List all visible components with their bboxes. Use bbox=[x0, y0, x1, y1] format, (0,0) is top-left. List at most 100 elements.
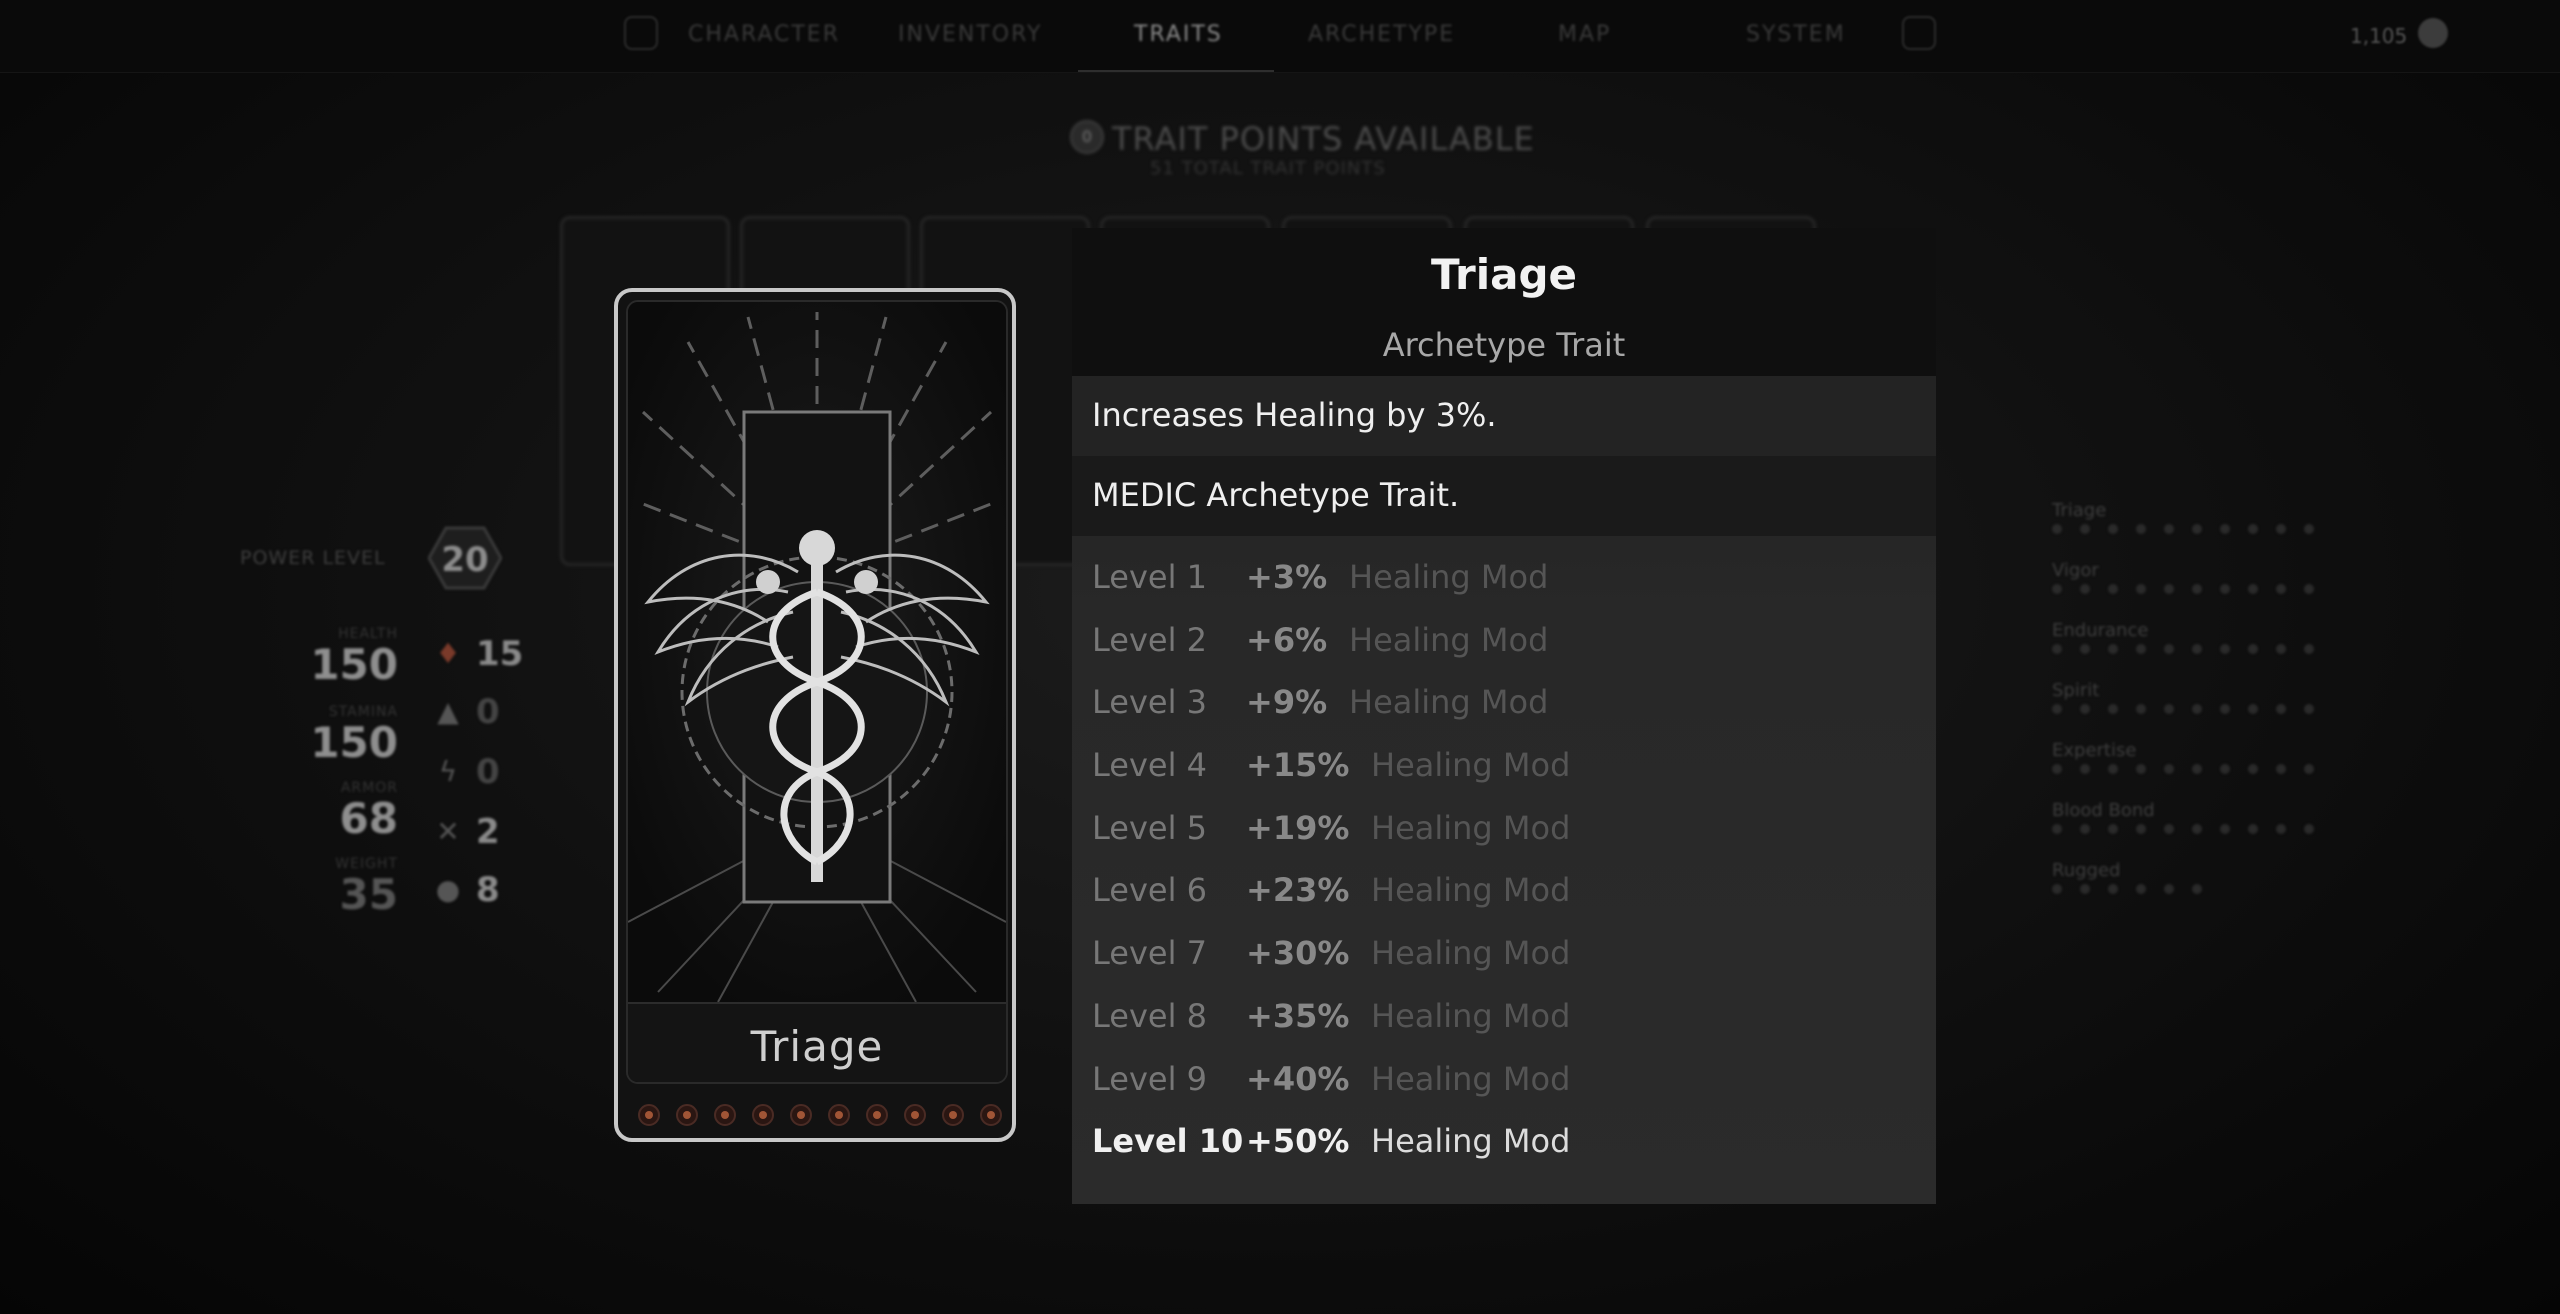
card-frame: Triage bbox=[626, 300, 1008, 1084]
level-label: Level 8 bbox=[1092, 996, 1207, 1035]
pip bbox=[2108, 704, 2118, 714]
pip bbox=[2136, 584, 2146, 594]
caduceus-icon bbox=[628, 302, 1006, 1002]
level-value: +30% bbox=[1246, 934, 1350, 973]
trait-tooltip: Triage Archetype Trait Increases Healing… bbox=[1072, 228, 1936, 1204]
tooltip-subtitle: Archetype Trait bbox=[1382, 326, 1626, 364]
level-modifier: Healing Mod bbox=[1349, 683, 1549, 722]
level-modifier: Healing Mod bbox=[1371, 746, 1571, 785]
pip bbox=[2220, 584, 2230, 594]
pip bbox=[2192, 524, 2202, 534]
tooltip-archetype-row: MEDIC Archetype Trait. bbox=[1072, 456, 1936, 536]
card-level-pip bbox=[714, 1104, 736, 1126]
pip bbox=[2108, 524, 2118, 534]
pip bbox=[2080, 584, 2090, 594]
pip bbox=[2220, 704, 2230, 714]
active-tab-underline bbox=[1078, 70, 1274, 72]
level-modifier: Healing Mod bbox=[1349, 620, 1549, 659]
level-row: Level 2 +6% Healing Mod bbox=[1092, 621, 1916, 684]
prev-tab-icon[interactable] bbox=[624, 16, 658, 50]
pip bbox=[2164, 644, 2174, 654]
level-row: Level 8 +35% Healing Mod bbox=[1092, 997, 1916, 1060]
pip bbox=[2192, 704, 2202, 714]
pip bbox=[2248, 584, 2258, 594]
level-row: Level 5 +19% Healing Mod bbox=[1092, 809, 1916, 872]
bleed-resist-value: 15 bbox=[476, 634, 524, 674]
tab-inventory[interactable]: INVENTORY bbox=[898, 22, 1042, 47]
trait-list-pips bbox=[2052, 580, 2314, 620]
shock-icon: ϟ bbox=[438, 755, 458, 788]
level-row: Level 10 +50% Healing Mod bbox=[1092, 1122, 1916, 1185]
pip bbox=[2248, 644, 2258, 654]
level-label: Level 1 bbox=[1092, 558, 1207, 596]
pip bbox=[2164, 524, 2174, 534]
tab-character[interactable]: CHARACTER bbox=[688, 22, 840, 47]
level-row: Level 3 +9% Healing Mod bbox=[1092, 683, 1916, 746]
pip bbox=[2304, 764, 2314, 774]
pip bbox=[2136, 524, 2146, 534]
card-level-pip bbox=[866, 1104, 888, 1126]
level-label: Level 2 bbox=[1092, 620, 1207, 659]
scrap-icon bbox=[2418, 18, 2448, 48]
tooltip-header: Triage Archetype Trait bbox=[1072, 228, 1936, 376]
pip bbox=[2080, 764, 2090, 774]
level-modifier: Healing Mod bbox=[1371, 934, 1571, 973]
pip bbox=[2080, 884, 2090, 894]
pip bbox=[2052, 824, 2062, 834]
trait-list-name: Triage bbox=[2052, 500, 2107, 521]
level-value: +35% bbox=[1246, 996, 1350, 1035]
total-trait-points: 51 TOTAL TRAIT POINTS bbox=[1150, 158, 1386, 179]
pip bbox=[2276, 704, 2286, 714]
pip bbox=[2192, 584, 2202, 594]
level-row: Level 7 +30% Healing Mod bbox=[1092, 934, 1916, 997]
level-value: +15% bbox=[1246, 746, 1350, 785]
pip bbox=[2164, 704, 2174, 714]
pip bbox=[2052, 524, 2062, 534]
stamina-value: 150 bbox=[310, 718, 398, 767]
corrosion-resist-value: 8 bbox=[476, 870, 500, 910]
currency-amount: 1,105 bbox=[2350, 24, 2408, 48]
pip bbox=[2164, 764, 2174, 774]
pip bbox=[2248, 524, 2258, 534]
card-level-pip bbox=[904, 1104, 926, 1126]
level-row: Level 6 +23% Healing Mod bbox=[1092, 871, 1916, 934]
pip bbox=[2136, 824, 2146, 834]
level-value: +6% bbox=[1246, 620, 1328, 659]
pip bbox=[2052, 584, 2062, 594]
trait-list-pips bbox=[2052, 820, 2314, 860]
level-modifier: Healing Mod bbox=[1349, 558, 1549, 596]
level-label: Level 4 bbox=[1092, 746, 1207, 785]
tab-system[interactable]: SYSTEM bbox=[1746, 22, 1846, 47]
next-tab-icon[interactable] bbox=[1902, 16, 1936, 50]
tab-traits[interactable]: TRAITS bbox=[1134, 22, 1223, 47]
pip bbox=[2192, 644, 2202, 654]
pip bbox=[2192, 824, 2202, 834]
pip bbox=[2052, 644, 2062, 654]
trait-list-name: Expertise bbox=[2052, 740, 2137, 761]
pip bbox=[2248, 764, 2258, 774]
level-label: Level 9 bbox=[1092, 1059, 1207, 1098]
pip bbox=[2080, 644, 2090, 654]
pip bbox=[2080, 824, 2090, 834]
level-value: +40% bbox=[1246, 1059, 1350, 1098]
pip bbox=[2164, 884, 2174, 894]
level-row: Level 9 +40% Healing Mod bbox=[1092, 1060, 1916, 1123]
pip bbox=[2192, 884, 2202, 894]
card-level-pip bbox=[752, 1104, 774, 1126]
fire-icon: ▲ bbox=[437, 695, 459, 728]
level-modifier: Healing Mod bbox=[1371, 996, 1571, 1035]
pip bbox=[2164, 824, 2174, 834]
power-level-value: 20 bbox=[441, 540, 489, 580]
pip bbox=[2220, 644, 2230, 654]
pip bbox=[2304, 644, 2314, 654]
power-level-badge: 20 bbox=[427, 526, 503, 590]
pip bbox=[2220, 824, 2230, 834]
pip bbox=[2220, 764, 2230, 774]
weight-value: 35 bbox=[339, 870, 398, 919]
tab-archetype[interactable]: ARCHETYPE bbox=[1308, 22, 1455, 47]
tab-map[interactable]: MAP bbox=[1558, 22, 1611, 47]
pip bbox=[2108, 584, 2118, 594]
selected-trait-card[interactable]: Triage bbox=[614, 288, 1016, 1142]
card-level-pip bbox=[980, 1104, 1002, 1126]
pip bbox=[2052, 704, 2062, 714]
